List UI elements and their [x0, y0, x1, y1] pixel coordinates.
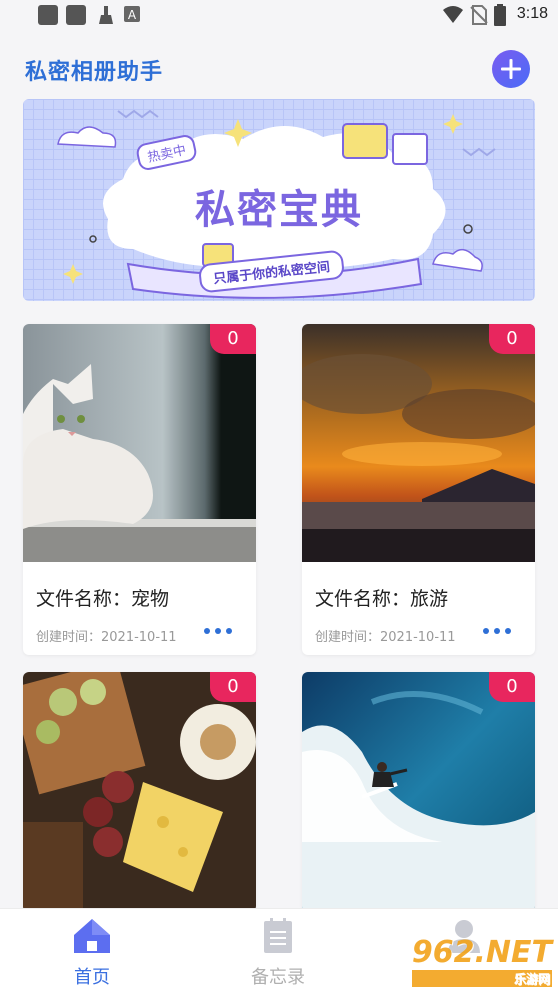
home-icon: [74, 919, 110, 953]
album-cover-surf: [302, 672, 535, 910]
tab-home[interactable]: 首页: [52, 917, 132, 989]
battery-icon: [494, 4, 506, 26]
tab-notes-label: 备忘录: [251, 967, 305, 988]
more-options-icon[interactable]: [204, 628, 232, 634]
notification-icon: [66, 5, 86, 25]
notification-icon: [38, 5, 58, 25]
album-cover-sunset: [302, 324, 535, 562]
album-name: 文件名称：旅游: [315, 588, 449, 610]
plus-icon: [501, 59, 521, 79]
bottom-navigation: 首页 备忘录 962.NET 乐游网: [0, 908, 558, 993]
notepad-icon: [264, 918, 292, 953]
photo-count-badge: 0: [210, 672, 256, 702]
add-album-button[interactable]: [492, 50, 530, 88]
svg-text:A: A: [128, 8, 137, 22]
photo-count-badge: 0: [489, 324, 535, 354]
album-name: 文件名称：宠物: [36, 588, 170, 610]
no-sim-icon: [470, 5, 488, 25]
promo-banner[interactable]: 热卖中 私密宝典 只属于你的私密空间: [23, 99, 535, 301]
app-title: 私密相册助手: [25, 60, 164, 85]
status-bar: A 3:18: [0, 0, 558, 30]
broom-icon: [99, 6, 113, 24]
album-card[interactable]: 0 文件名称：旅游 创建时间：2021-10-11: [302, 324, 535, 655]
album-created-date: 创建时间：2021-10-11: [315, 630, 456, 645]
photo-count-badge: 0: [210, 324, 256, 354]
album-card[interactable]: 0: [23, 672, 256, 912]
tab-home-label: 首页: [74, 967, 110, 988]
photo-count-badge: 0: [489, 672, 535, 702]
album-cover-food: [23, 672, 256, 910]
album-created-date: 创建时间：2021-10-11: [36, 630, 177, 645]
wifi-icon: [443, 6, 463, 23]
watermark-text: 962.NET: [411, 935, 552, 970]
more-options-icon[interactable]: [483, 628, 511, 634]
watermark-sub: 乐游网: [411, 970, 552, 987]
album-card[interactable]: 0 文件名称：宠物 创建时间：2021-10-11: [23, 324, 256, 655]
album-cover-cat: [23, 324, 256, 562]
banner-title: 私密宝典: [195, 187, 363, 233]
font-a-icon: A: [124, 6, 140, 22]
clock: 3:18: [516, 5, 548, 22]
site-watermark: 962.NET 乐游网: [411, 935, 552, 987]
tab-notes[interactable]: 备忘录: [238, 917, 318, 989]
album-card[interactable]: 0: [302, 672, 535, 912]
